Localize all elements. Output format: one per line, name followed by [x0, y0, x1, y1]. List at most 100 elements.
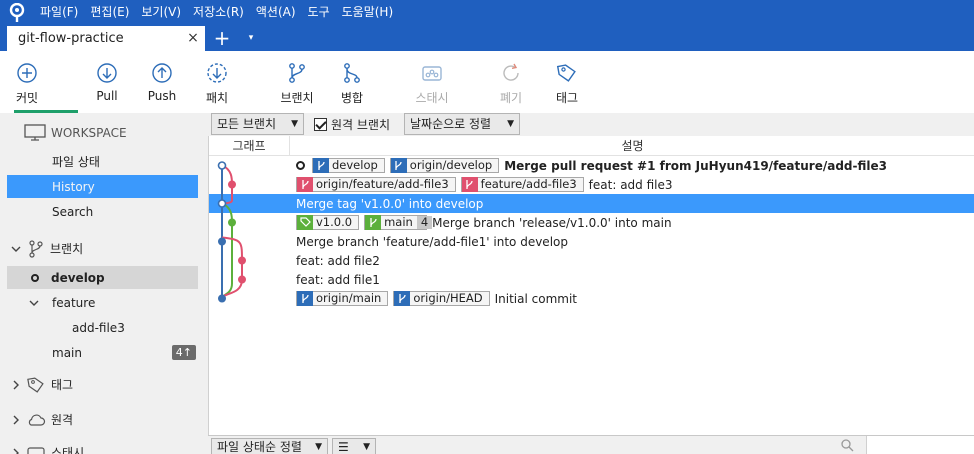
commit-subject: Merge tag 'v1.0.0' into develop [296, 196, 484, 211]
branch-label[interactable]: origin/HEAD [393, 291, 490, 306]
branch-label[interactable]: feature/add-file3 [460, 177, 584, 192]
branch-label[interactable]: origin/develop [389, 158, 500, 173]
ref-name: main [384, 215, 413, 229]
file-sort-dropdown[interactable]: 파일 상태순 정렬 ▼ [211, 438, 328, 454]
remote-branches-label: 원격 브랜치 [331, 117, 391, 132]
ref-name: origin/develop [409, 158, 493, 172]
chevron-right-icon [13, 415, 19, 424]
commit-row[interactable]: origin/main origin/HEAD Initial commit [209, 289, 974, 308]
commit-row[interactable]: feat: add file1 [209, 270, 974, 289]
tags-label: 태그 [51, 378, 74, 392]
menu-actions[interactable]: 액션(A) [250, 0, 302, 25]
sidebar-item-file-status[interactable]: 파일 상태 [7, 150, 198, 173]
branch-filter-dropdown[interactable]: 모든 브랜치 ▼ [211, 113, 304, 135]
stash-button[interactable]: 스태시 [408, 51, 456, 113]
sidebar-item-branch-add-file3[interactable]: add-file3 [7, 316, 198, 339]
tab-list-dropdown-icon[interactable]: ▾ [244, 31, 258, 45]
commit-row[interactable]: Merge tag 'v1.0.0' into develop [209, 194, 974, 213]
branch-filter-value: 모든 브랜치 [217, 117, 277, 131]
sidebar-item-search[interactable]: Search [7, 200, 198, 223]
chevron-down-icon: ▼ [291, 119, 298, 129]
add-file3-label: add-file3 [72, 320, 125, 335]
menu-tools[interactable]: 도구 [302, 0, 336, 25]
commit-row[interactable]: v1.0.0 main 4 Merge branch 'release/v1.0.0'… [209, 213, 974, 232]
menu-edit[interactable]: 편집(E) [84, 0, 135, 25]
sort-dropdown[interactable]: 날짜순으로 정렬 ▼ [404, 113, 520, 135]
commit-button[interactable]: 커밋 [4, 51, 50, 113]
tag-label[interactable]: v1.0.0 [296, 215, 360, 230]
pull-label: Pull [96, 89, 118, 103]
commit-list: 그래프 설명 develop origin/develop Merge pull r… [208, 136, 974, 435]
pull-button[interactable]: Pull [86, 51, 128, 113]
sidebar-section-branches[interactable]: 브랜치 [7, 237, 198, 260]
commit-subject: Merge branch 'feature/add-file1' into de… [296, 234, 568, 249]
sidebar-folder-feature[interactable]: feature [7, 291, 198, 314]
branch-button[interactable]: 브랜치 [274, 51, 320, 113]
chevron-down-icon [29, 300, 39, 306]
graph-node [217, 161, 227, 170]
commit-description: feat: add file1 [296, 270, 380, 289]
discard-button[interactable]: 폐기 [490, 51, 532, 113]
tag-button[interactable]: 태그 [546, 51, 588, 113]
push-button[interactable]: Push [141, 51, 183, 113]
search-icon[interactable] [840, 438, 854, 452]
commit-subject: Merge pull request #1 from JuHyun419/fea… [504, 158, 887, 173]
file-search-field[interactable] [866, 436, 974, 454]
sidebar-item-history[interactable]: History [7, 175, 198, 198]
menu-bar: 파일(F) 편집(E) 보기(V) 저장소(R) 액션(A) 도구 도움말(H) [0, 0, 974, 25]
commit-row[interactable]: origin/feature/add-file3 feature/add-file… [209, 175, 974, 194]
commit-description: develop origin/develop Merge pull request … [296, 156, 887, 175]
branch-label[interactable]: origin/main [296, 291, 389, 306]
graph-node [227, 180, 236, 189]
branch-label[interactable]: main 4 [364, 215, 433, 230]
description-column-header[interactable]: 설명 [290, 136, 974, 156]
commit-row[interactable]: feat: add file2 [209, 251, 974, 270]
column-header: 그래프 설명 [209, 136, 974, 156]
remote-branches-toggle[interactable]: 원격 브랜치 [314, 113, 390, 135]
file-pane-toolbar: 파일 상태순 정렬 ▼ ☰ ▼ [208, 435, 974, 454]
close-tab-icon[interactable]: × [185, 29, 201, 47]
remote-branches-checkbox[interactable] [314, 117, 327, 131]
ref-name: origin/HEAD [413, 291, 483, 305]
history-panel: 모든 브랜치 ▼ 원격 브랜치 날짜순으로 정렬 ▼ 그래프 설명 develo… [208, 113, 974, 454]
menu-file[interactable]: 파일(F) [34, 0, 84, 25]
sidebar-item-branch-main[interactable]: main 4↑ [7, 341, 198, 364]
sidebar-section-stash[interactable]: 스태시 [7, 441, 198, 454]
view-mode-dropdown[interactable]: ☰ ▼ [332, 438, 376, 454]
plus-circle-icon [17, 63, 37, 83]
branch-label: 브랜치 [280, 91, 314, 105]
branch-label[interactable]: develop [312, 158, 385, 173]
branch-label[interactable]: origin/feature/add-file3 [296, 177, 456, 192]
branch-icon [297, 291, 313, 306]
branch-icon [313, 158, 329, 173]
merge-button[interactable]: 병합 [330, 51, 374, 113]
ref-name: develop [332, 158, 378, 172]
commit-description: Merge branch 'feature/add-file1' into de… [296, 232, 568, 251]
file-status-label: 파일 상태 [52, 155, 100, 169]
remotes-label: 원격 [51, 413, 74, 427]
tag-icon [556, 64, 576, 82]
sidebar-item-branch-develop[interactable]: develop [7, 266, 198, 289]
menu-repository[interactable]: 저장소(R) [187, 0, 250, 25]
chevron-right-icon [13, 380, 19, 389]
list-view-icon: ☰ [338, 440, 349, 454]
arrow-up-circle-icon [152, 63, 172, 83]
ref-name: v1.0.0 [316, 215, 353, 229]
stash-icon [422, 66, 442, 81]
menu-view[interactable]: 보기(V) [135, 0, 187, 25]
commit-row[interactable]: Merge branch 'feature/add-file1' into de… [209, 232, 974, 251]
commit-subject: Initial commit [494, 291, 578, 306]
commit-row[interactable]: develop origin/develop Merge pull request … [209, 156, 974, 175]
repo-tab[interactable]: git-flow-practice × [7, 26, 205, 51]
sidebar-section-remotes[interactable]: 원격 [7, 408, 198, 431]
toolbar: 커밋 Pull Push 패치 브랜치 병합 스태시 폐기 태그 [0, 51, 974, 113]
menu-help[interactable]: 도움말(H) [336, 0, 400, 25]
new-tab-button[interactable]: + [211, 27, 233, 49]
history-label: History [52, 179, 95, 194]
fetch-button[interactable]: 패치 [196, 51, 238, 113]
sort-value: 날짜순으로 정렬 [410, 117, 492, 131]
sidebar-section-tags[interactable]: 태그 [7, 373, 198, 396]
ahead-count: 4 [416, 216, 433, 229]
graph-column-header[interactable]: 그래프 [209, 136, 289, 156]
commit-description: Merge tag 'v1.0.0' into develop [296, 194, 483, 213]
